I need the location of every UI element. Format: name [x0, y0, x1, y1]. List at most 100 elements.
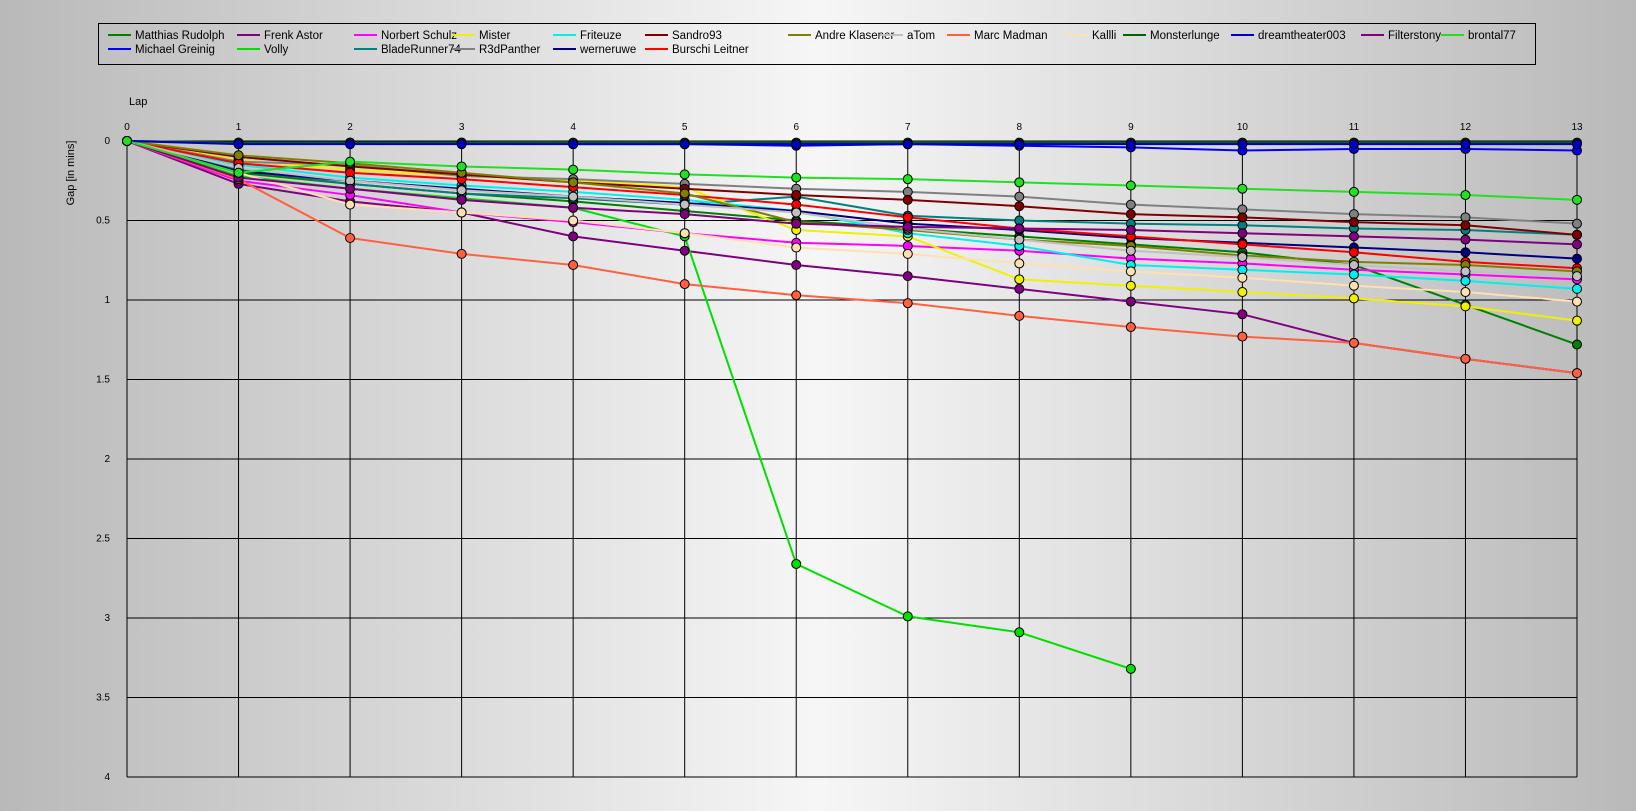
data-point	[345, 156, 356, 167]
data-point	[1014, 627, 1025, 638]
x-tick-label: 4	[570, 122, 576, 133]
data-point	[1572, 368, 1582, 379]
x-tick-label: 5	[682, 122, 688, 133]
data-point	[1125, 225, 1136, 236]
data-point	[1014, 310, 1025, 321]
y-tick-label: 3	[104, 613, 110, 624]
x-tick-label: 0	[124, 122, 130, 133]
data-point	[1572, 194, 1582, 205]
series-line	[126, 140, 1578, 375]
legend-label: dreamtheater003	[1258, 30, 1346, 42]
data-point	[1125, 199, 1136, 210]
data-point	[1237, 252, 1248, 263]
data-point	[1237, 272, 1248, 283]
lap-gap-chart: Matthias Rudolph Michael Greinig Frenk Ast…	[65, 23, 1583, 783]
legend-label: Norbert Schulz	[381, 30, 457, 42]
x-tick-label: 6	[793, 122, 799, 133]
data-point	[456, 185, 467, 196]
data-point	[902, 221, 913, 232]
legend-label: BladeRunner74	[381, 44, 462, 56]
data-point	[1237, 331, 1248, 342]
data-point	[679, 209, 690, 220]
data-point	[791, 558, 802, 569]
data-point	[568, 231, 579, 242]
y-tick-label: 2	[104, 454, 110, 465]
y-tick-label: 1.5	[96, 375, 110, 386]
legend: Matthias Rudolph Michael Greinig Frenk Ast…	[98, 23, 1536, 65]
data-point	[1348, 337, 1359, 348]
data-point	[1125, 139, 1136, 150]
x-tick-label: 1	[236, 122, 242, 133]
data-point	[1460, 353, 1471, 364]
data-point	[1348, 231, 1359, 242]
data-point	[679, 169, 690, 180]
data-point	[1348, 293, 1359, 304]
y-tick-label: 1	[104, 295, 110, 306]
data-point	[1014, 177, 1025, 188]
data-point	[1125, 209, 1136, 220]
y-tick-labels: 0 0.5 1 1.5 2 2.5 3 3.5 4	[96, 136, 110, 783]
y-tick-label: 0.5	[96, 216, 110, 227]
y-tick-label: 2.5	[96, 534, 110, 545]
data-point	[1572, 218, 1582, 229]
data-point	[568, 164, 579, 175]
data-point	[345, 232, 356, 243]
data-point	[1348, 260, 1359, 271]
data-point	[345, 183, 356, 194]
legend-label: Friteuze	[580, 30, 622, 42]
data-point	[1014, 283, 1025, 294]
data-point	[1014, 258, 1025, 269]
legend-label: Kallli	[1092, 30, 1116, 42]
data-point	[902, 298, 913, 309]
legend-label: brontal77	[1468, 30, 1516, 42]
data-point	[1348, 139, 1359, 150]
data-point	[1572, 283, 1582, 294]
data-point	[791, 218, 802, 229]
data-point	[1572, 271, 1582, 282]
data-point	[791, 260, 802, 271]
data-point	[1460, 234, 1471, 245]
x-axis-title: Lap	[129, 96, 147, 108]
data-point	[902, 174, 913, 185]
data-point	[791, 172, 802, 183]
data-point	[1572, 296, 1582, 307]
data-point	[345, 139, 356, 150]
data-point	[568, 139, 579, 150]
series-line	[126, 140, 1578, 270]
data-point	[1237, 139, 1248, 150]
data-point	[1572, 239, 1582, 250]
data-point	[791, 139, 802, 150]
data-point	[1014, 139, 1025, 150]
data-point	[233, 167, 244, 178]
data-point	[456, 161, 467, 172]
data-point	[1572, 253, 1582, 264]
legend-label: Frenk Astor	[264, 30, 323, 42]
data-point	[1460, 247, 1471, 258]
legend-label: Filterstony	[1388, 30, 1441, 42]
legend-label: Mister	[479, 30, 510, 42]
x-tick-label: 12	[1460, 122, 1472, 133]
data-point	[1348, 247, 1359, 258]
legend-label: Sandro93	[672, 30, 722, 42]
x-tick-label: 11	[1349, 122, 1360, 133]
legend-label: Monsterlunge	[1150, 30, 1220, 42]
data-point	[456, 248, 467, 259]
legend-label: Michael Greinig	[135, 44, 215, 56]
data-point	[345, 199, 356, 210]
data-point	[1348, 280, 1359, 291]
data-point	[679, 188, 690, 199]
data-point	[1348, 269, 1359, 280]
data-point	[1237, 212, 1248, 223]
data-point	[679, 279, 690, 290]
data-point	[1125, 296, 1136, 307]
x-tick-label: 9	[1128, 122, 1134, 133]
data-point	[1572, 229, 1582, 240]
series-line	[126, 140, 1578, 375]
data-point	[1125, 180, 1136, 191]
y-tick-label: 0	[104, 136, 110, 147]
legend-label: Marc Madman	[974, 30, 1048, 42]
data-point	[679, 139, 690, 150]
data-point	[1237, 228, 1248, 239]
data-point	[791, 207, 802, 218]
data-point	[1014, 191, 1025, 202]
